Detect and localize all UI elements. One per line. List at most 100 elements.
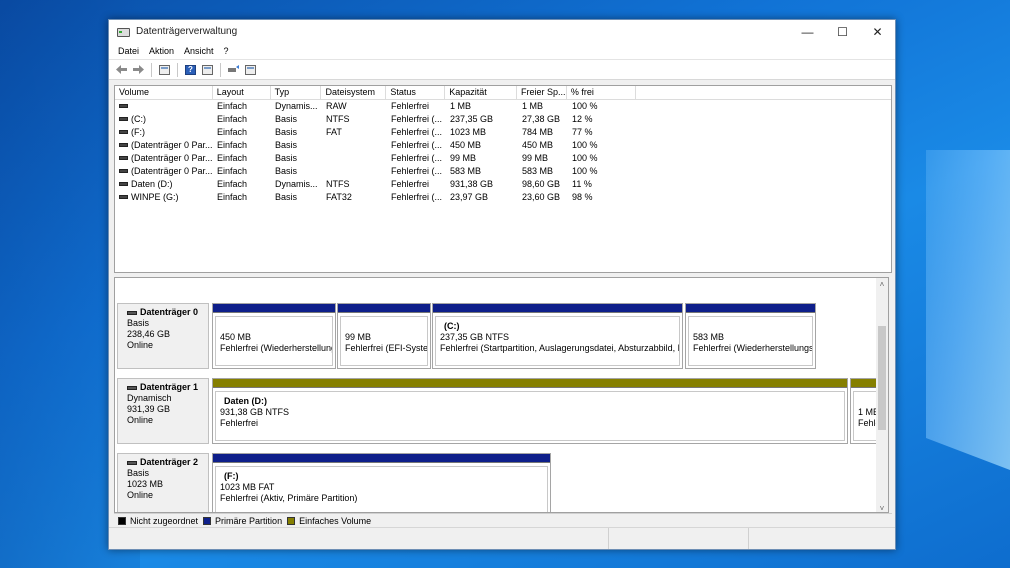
cell-text: 100 %: [572, 166, 598, 176]
cell-status: Fehlerfrei: [387, 100, 446, 113]
column-header-volume[interactable]: Volume: [115, 86, 213, 99]
disk-row: Datenträger 0 Basis 238,46 GB Online 450 MB F…: [115, 300, 877, 372]
partition-status: Fehlerfrei (Wiederherstellungspartition): [693, 343, 813, 353]
partition-size: 1023 MB FAT: [220, 482, 275, 492]
volume-row[interactable]: (C:) Einfach Basis NTFS Fehlerfrei (... 237,3…: [115, 113, 891, 126]
cell-layout: Einfach: [213, 165, 271, 178]
column-header-layout[interactable]: Layout: [213, 86, 271, 99]
cell-text: Einfach: [217, 140, 248, 150]
disk-size: 238,46 GB: [127, 329, 171, 339]
maximize-button[interactable]: ☐: [825, 20, 860, 43]
back-arrow-icon: [116, 65, 127, 74]
title-bar[interactable]: Datenträgerverwaltung — ☐ ✕: [109, 20, 895, 43]
cell-text: Einfach: [217, 179, 248, 189]
partition-block[interactable]: 99 MBFehlerfrei (EFI-Systempartition): [337, 303, 431, 369]
partition-status: Fehlerfrei (Aktiv, Primäre Partition): [220, 493, 358, 503]
column-header-status[interactable]: Status: [386, 86, 446, 99]
cell-type: Basis: [271, 126, 322, 139]
disk-drive-icon: [127, 385, 137, 390]
cell-text: NTFS: [326, 114, 350, 124]
volume-row[interactable]: WINPE (G:) Einfach Basis FAT32 Fehlerfrei (.…: [115, 191, 891, 204]
cell-free-space: 23,60 GB: [518, 191, 568, 204]
volume-icon: [119, 116, 128, 121]
column-header-type[interactable]: Typ: [271, 86, 322, 99]
cell-text: (Datenträger 0 Par...: [131, 153, 213, 163]
cell-type: Dynamis...: [271, 100, 322, 113]
volume-row[interactable]: (Datenträger 0 Par... Einfach Basis Fehlerf…: [115, 152, 891, 165]
back-button[interactable]: [113, 62, 130, 78]
cell-text: 98,60 GB: [522, 179, 561, 189]
cell-text: 23,97 GB: [450, 192, 489, 202]
volume-row[interactable]: (Datenträger 0 Par... Einfach Basis Fehlerf…: [115, 139, 891, 152]
menu-datei[interactable]: Datei: [113, 46, 144, 56]
volume-icon: [119, 155, 128, 160]
scroll-up-button[interactable]: ˄: [876, 278, 888, 290]
cell-text: Fehlerfrei (...: [391, 192, 443, 202]
cell-text: WINPE (G:): [131, 192, 179, 202]
column-header-capacity[interactable]: Kapazität: [445, 86, 517, 99]
show-hide-console-tree-button[interactable]: [156, 62, 173, 78]
menu-ansicht[interactable]: Ansicht: [179, 46, 219, 56]
cell-text: 98 %: [572, 192, 593, 202]
scroll-thumb[interactable]: [878, 326, 886, 430]
cell-free-space: 1 MB: [518, 100, 568, 113]
disk-name: Datenträger 0: [127, 307, 208, 318]
partition-block[interactable]: (F:) 1023 MB FAT Fehlerfrei (Aktiv, Primär…: [212, 453, 551, 512]
cell-text: Einfach: [217, 127, 248, 137]
disk-drive-icon: [127, 310, 137, 315]
partition-info: 450 MBFehlerfrei (Wiederherstellungspart…: [215, 316, 333, 366]
volume-row[interactable]: Daten (D:) Einfach Dynamis... NTFS Fehlerfre…: [115, 178, 891, 191]
connect-button[interactable]: [225, 62, 242, 78]
cell-free-space: 99 MB: [518, 152, 568, 165]
partition-info: 1 MBFehlerfrei: [853, 391, 877, 441]
column-header-filler: [636, 86, 891, 99]
cell-status: Fehlerfrei (...: [387, 126, 446, 139]
cell-text: Fehlerfrei (...: [391, 140, 443, 150]
cell-text: 237,35 GB: [450, 114, 494, 124]
cell-percent-free: 100 %: [568, 100, 637, 113]
help-button[interactable]: ?: [182, 62, 199, 78]
volume-row[interactable]: (Datenträger 0 Par... Einfach Basis Fehlerf…: [115, 165, 891, 178]
menu-help[interactable]: ?: [219, 46, 234, 56]
cell-filesystem: [322, 139, 387, 152]
partition-name: (C:): [444, 321, 460, 331]
partition-block[interactable]: 583 MBFehlerfrei (Wiederherstellungspart…: [685, 303, 816, 369]
close-button[interactable]: ✕: [860, 20, 895, 43]
partition-block[interactable]: Daten (D:) 931,38 GB NTFS Fehlerfrei: [212, 378, 848, 444]
disk-name: Datenträger 2: [127, 457, 208, 468]
partition-size: 1 MB: [858, 407, 877, 417]
cell-filesystem: FAT32: [322, 191, 387, 204]
partition-block[interactable]: (C:) 237,35 GB NTFS Fehlerfrei (Startparti…: [432, 303, 683, 369]
column-header-filesystem[interactable]: Dateisystem: [321, 86, 387, 99]
properties-button[interactable]: [199, 62, 216, 78]
menu-aktion[interactable]: Aktion: [144, 46, 179, 56]
partition-info: 99 MBFehlerfrei (EFI-Systempartition): [340, 316, 428, 366]
legend-swatch-simple: [287, 516, 296, 525]
cell-text: Fehlerfrei (...: [391, 166, 443, 176]
cell-type: Basis: [271, 165, 322, 178]
volume-row[interactable]: (F:) Einfach Basis FAT Fehlerfrei (... 1023 M…: [115, 126, 891, 139]
cell-text: 99 MB: [450, 153, 477, 163]
partition-block[interactable]: 450 MBFehlerfrei (Wiederherstellungspart…: [212, 303, 336, 369]
cell-capacity: 23,97 GB: [446, 191, 518, 204]
vertical-scrollbar[interactable]: ˄ ˅: [876, 278, 888, 513]
forward-button[interactable]: [130, 62, 147, 78]
minimize-button[interactable]: —: [790, 20, 825, 43]
disk-label[interactable]: Datenträger 2 Basis 1023 MB Online: [117, 453, 209, 512]
partition-size: 450 MB: [220, 332, 252, 342]
cell-text: 11 %: [572, 179, 592, 189]
view-button[interactable]: [242, 62, 259, 78]
cell-text: 450 MB: [522, 140, 554, 150]
disk-label[interactable]: Datenträger 1 Dynamisch 931,39 GB Online: [117, 378, 209, 444]
column-header-free-space[interactable]: Freier Sp...: [517, 86, 567, 99]
volume-row[interactable]: Einfach Dynamis... RAW Fehlerfrei 1 MB 1 MB 10…: [115, 100, 891, 113]
scroll-down-button[interactable]: ˅: [876, 502, 888, 513]
cell-filesystem: NTFS: [322, 113, 387, 126]
disk-label[interactable]: Datenträger 0 Basis 238,46 GB Online: [117, 303, 209, 369]
legend-label-primary: Primäre Partition: [215, 515, 283, 526]
partition-type-band: [213, 454, 550, 463]
cell-text: Dynamis...: [275, 179, 318, 189]
cell-filesystem: FAT: [322, 126, 387, 139]
column-header-percent-free[interactable]: % frei: [567, 86, 636, 99]
cell-capacity: 1023 MB: [446, 126, 518, 139]
